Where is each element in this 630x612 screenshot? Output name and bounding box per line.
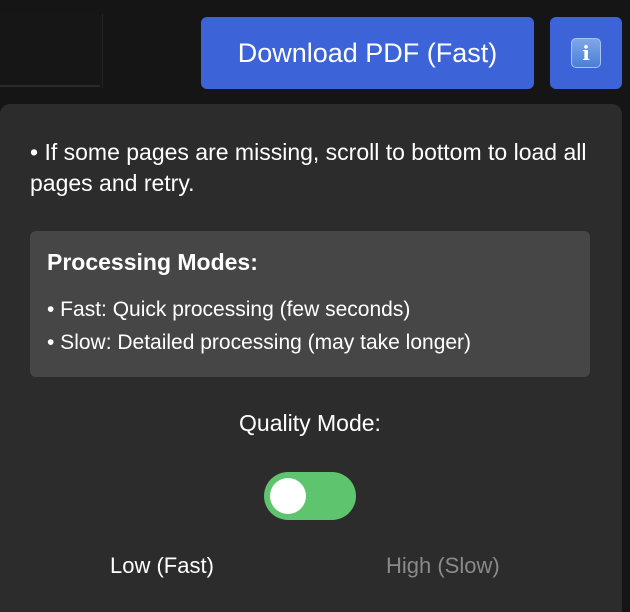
quality-option-low[interactable]: Low (Fast) bbox=[110, 553, 214, 579]
background-pane bbox=[0, 14, 103, 88]
processing-mode-item: • Slow: Detailed processing (may take lo… bbox=[47, 331, 472, 354]
processing-modes-box: Processing Modes: • Fast: Quick processi… bbox=[30, 231, 590, 377]
info-button[interactable]: i bbox=[550, 17, 622, 89]
missing-pages-note: • If some pages are missing, scroll to b… bbox=[30, 139, 587, 196]
background-divider bbox=[0, 85, 100, 87]
download-pdf-button[interactable]: Download PDF (Fast) bbox=[201, 17, 534, 89]
quality-option-high[interactable]: High (Slow) bbox=[386, 553, 500, 579]
quality-mode-label: Quality Mode: bbox=[239, 410, 381, 436]
quality-mode-toggle[interactable] bbox=[264, 472, 356, 520]
page: Download PDF (Fast) i • If some pages ar… bbox=[0, 0, 630, 612]
processing-modes-title: Processing Modes: bbox=[47, 249, 258, 275]
info-icon: i bbox=[571, 38, 601, 68]
toggle-knob[interactable] bbox=[270, 478, 306, 514]
processing-mode-item: • Fast: Quick processing (few seconds) bbox=[47, 298, 411, 321]
